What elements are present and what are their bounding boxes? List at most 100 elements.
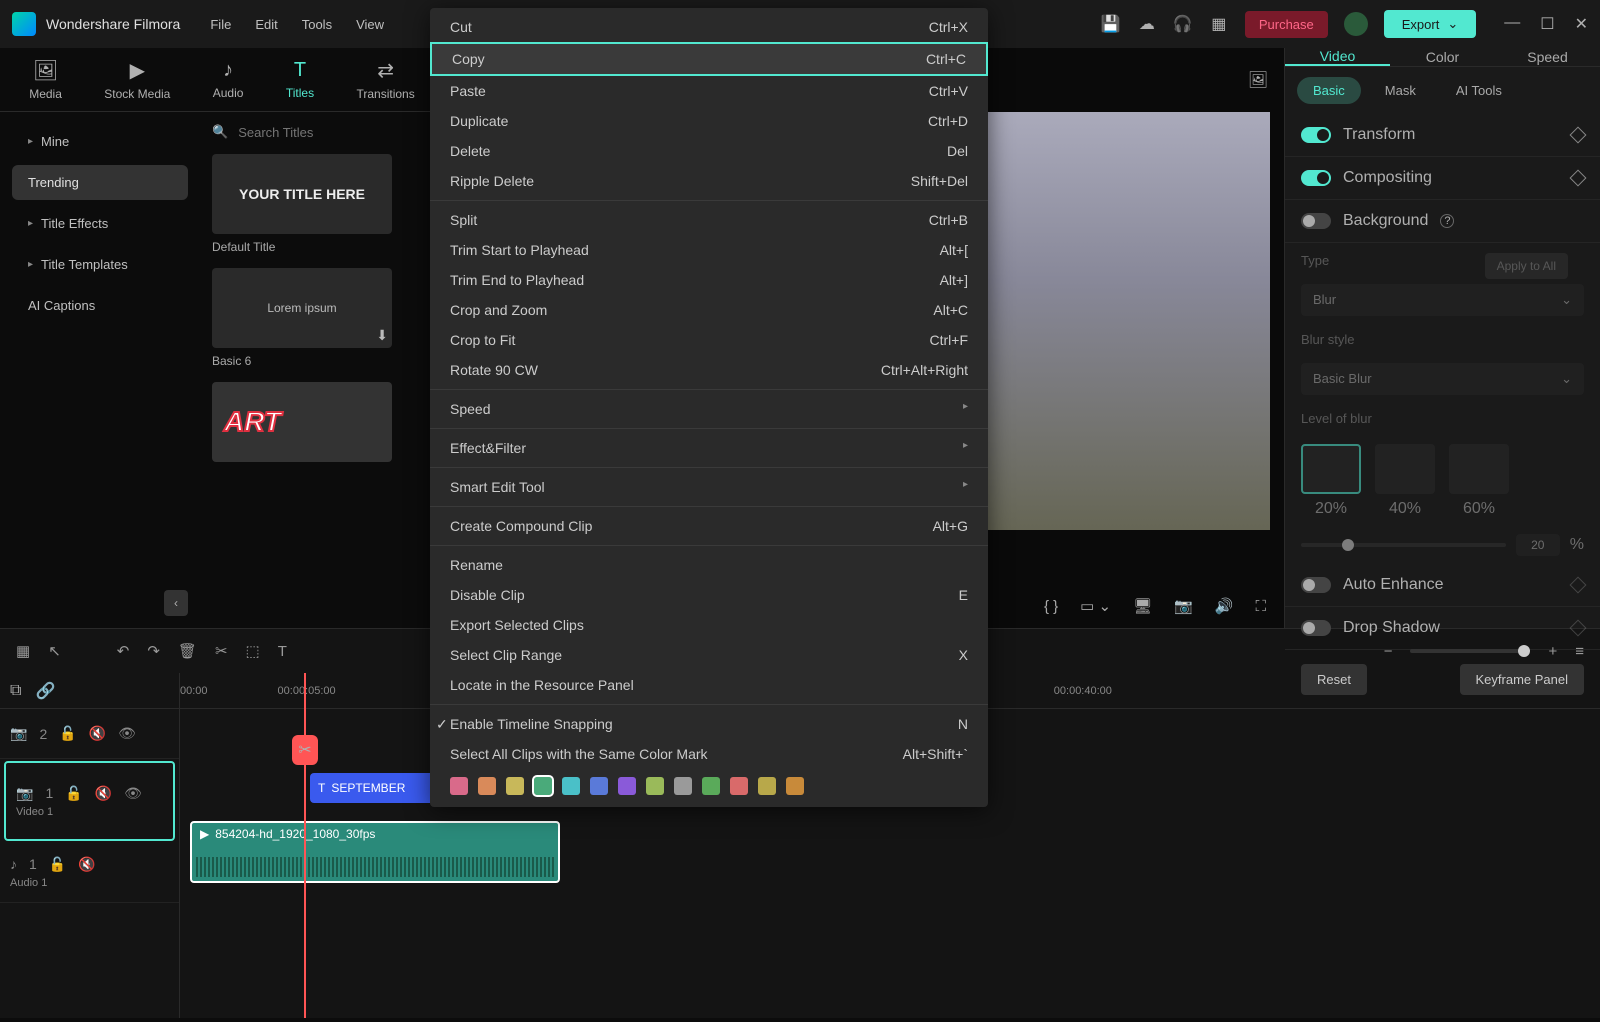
color-swatch[interactable] <box>562 777 580 795</box>
help-icon[interactable]: ? <box>1440 214 1454 228</box>
monitor-icon[interactable]: 🖥 <box>1133 597 1152 615</box>
tab-transitions[interactable]: ⇄Transitions <box>348 54 422 105</box>
tab-stock-media[interactable]: ▶Stock Media <box>96 54 178 105</box>
search-input[interactable] <box>238 125 414 140</box>
close-icon[interactable]: ✕ <box>1575 14 1588 34</box>
title-clip[interactable]: TSEPTEMBER <box>310 773 440 803</box>
collapse-sidebar-button[interactable]: ‹ <box>164 590 188 616</box>
ctx-locate-in-the-resource-panel[interactable]: Locate in the Resource Panel <box>430 670 988 700</box>
fullscreen-icon[interactable]: ⛶ <box>1255 598 1266 615</box>
ctx-enable-timeline-snapping[interactable]: Enable Timeline SnappingN <box>430 709 988 739</box>
ctx-trim-end-to-playhead[interactable]: Trim End to PlayheadAlt+] <box>430 265 988 295</box>
ratio-icon[interactable]: ▭ ⌄ <box>1080 597 1111 615</box>
color-swatch[interactable] <box>646 777 664 795</box>
image-icon[interactable]: 🖼 <box>1248 70 1268 90</box>
blur-value[interactable]: 20 <box>1516 534 1560 556</box>
ctx-create-compound-clip[interactable]: Create Compound ClipAlt+G <box>430 511 988 541</box>
ctx-export-selected-clips[interactable]: Export Selected Clips <box>430 610 988 640</box>
grid-icon[interactable]: ▦ <box>16 642 30 660</box>
download-icon[interactable]: ⬇ <box>376 327 388 344</box>
color-swatch[interactable] <box>702 777 720 795</box>
save-icon[interactable]: 💾 <box>1101 14 1121 34</box>
playhead-scissors-icon[interactable]: ✂ <box>292 735 318 765</box>
sidebar-item-title-effects[interactable]: Title Effects <box>12 206 188 241</box>
tab-audio[interactable]: ♪Audio <box>205 55 252 104</box>
lock-icon[interactable]: 🔓 <box>49 856 66 873</box>
crop-icon[interactable]: ⬚ <box>246 642 260 660</box>
lock-icon[interactable]: 🔓 <box>59 725 76 742</box>
maximize-icon[interactable]: ☐ <box>1540 14 1554 34</box>
redo-icon[interactable]: ↷ <box>147 642 160 660</box>
ctx-disable-clip[interactable]: Disable ClipE <box>430 580 988 610</box>
ctx-select-clip-range[interactable]: Select Clip RangeX <box>430 640 988 670</box>
color-swatch[interactable] <box>674 777 692 795</box>
color-swatch[interactable] <box>478 777 496 795</box>
apps-icon[interactable]: ▦ <box>1209 14 1229 34</box>
undo-icon[interactable]: ↶ <box>117 642 130 660</box>
menu-edit[interactable]: Edit <box>255 17 277 32</box>
ctx-speed[interactable]: Speed <box>430 394 988 424</box>
ctx-paste[interactable]: PasteCtrl+V <box>430 76 988 106</box>
drop-shadow-toggle[interactable] <box>1301 620 1331 636</box>
tab-titles[interactable]: TTitles <box>278 55 322 104</box>
ctx-effect-filter[interactable]: Effect&Filter <box>430 433 988 463</box>
keyframe-diamond-icon[interactable] <box>1570 127 1587 144</box>
title-card-default[interactable]: YOUR TITLE HERE <box>212 154 392 234</box>
ctx-duplicate[interactable]: DuplicateCtrl+D <box>430 106 988 136</box>
sidebar-item-ai-captions[interactable]: AI Captions <box>12 288 188 323</box>
ctx-crop-to-fit[interactable]: Crop to FitCtrl+F <box>430 325 988 355</box>
background-toggle[interactable] <box>1301 213 1331 229</box>
ctx-delete[interactable]: DeleteDel <box>430 136 988 166</box>
ctx-rename[interactable]: Rename <box>430 550 988 580</box>
color-swatch[interactable] <box>506 777 524 795</box>
ctx-cut[interactable]: CutCtrl+X <box>430 12 988 42</box>
color-swatch[interactable] <box>450 777 468 795</box>
keyframe-diamond-icon[interactable] <box>1570 170 1587 187</box>
blur-thumb-60[interactable]: 60% <box>1449 444 1509 518</box>
mute-icon[interactable]: 🔇 <box>78 856 95 873</box>
minimize-icon[interactable]: — <box>1504 14 1520 34</box>
color-swatch[interactable] <box>786 777 804 795</box>
cursor-icon[interactable]: ↖ <box>48 642 61 660</box>
export-button[interactable]: Export⌄ <box>1384 10 1476 38</box>
type-select[interactable]: Blur⌄ <box>1301 284 1584 316</box>
blur-thumb-40[interactable]: 40% <box>1375 444 1435 518</box>
auto-enhance-toggle[interactable] <box>1301 577 1331 593</box>
ctx-split[interactable]: SplitCtrl+B <box>430 205 988 235</box>
tab-color[interactable]: Color <box>1390 48 1495 66</box>
cloud-icon[interactable]: ☁ <box>1137 14 1157 34</box>
transform-toggle[interactable] <box>1301 127 1331 143</box>
list-icon[interactable]: ≡ <box>1575 643 1584 660</box>
mute-icon[interactable]: 🔇 <box>89 725 106 742</box>
zoom-out-icon[interactable]: − <box>1384 643 1393 660</box>
subtab-mask[interactable]: Mask <box>1369 77 1432 104</box>
blur-style-select[interactable]: Basic Blur⌄ <box>1301 363 1584 395</box>
purchase-button[interactable]: Purchase <box>1245 11 1328 38</box>
ctx-select-all-clips-with-the-same-color-mark[interactable]: Select All Clips with the Same Color Mar… <box>430 739 988 769</box>
title-card-art[interactable]: ART <box>212 382 392 462</box>
eye-icon[interactable]: 👁 <box>118 725 136 742</box>
title-card-basic6[interactable]: Lorem ipsum⬇ <box>212 268 392 348</box>
blur-thumb-20[interactable]: 20% <box>1301 444 1361 518</box>
ctx-trim-start-to-playhead[interactable]: Trim Start to PlayheadAlt+[ <box>430 235 988 265</box>
mute-icon[interactable]: 🔇 <box>95 785 112 802</box>
zoom-slider[interactable] <box>1410 649 1530 653</box>
tab-speed[interactable]: Speed <box>1495 48 1600 66</box>
tab-video[interactable]: Video <box>1285 48 1390 66</box>
subtab-basic[interactable]: Basic <box>1297 77 1361 104</box>
compositing-toggle[interactable] <box>1301 170 1331 186</box>
color-swatch[interactable] <box>534 777 552 795</box>
zoom-in-icon[interactable]: + <box>1548 643 1557 660</box>
trash-icon[interactable]: 🗑 <box>178 642 197 660</box>
color-swatch[interactable] <box>590 777 608 795</box>
tab-media[interactable]: 🖼Media <box>21 54 70 105</box>
keyframe-diamond-icon[interactable] <box>1570 577 1587 594</box>
text-icon[interactable]: T <box>278 643 287 660</box>
sidebar-item-mine[interactable]: Mine <box>12 124 188 159</box>
menu-file[interactable]: File <box>210 17 231 32</box>
headphones-icon[interactable]: 🎧 <box>1173 14 1193 34</box>
apply-to-all-button[interactable]: Apply to All <box>1485 253 1568 279</box>
blur-slider[interactable] <box>1301 543 1506 547</box>
camera-icon[interactable]: 📷 <box>1174 597 1193 615</box>
playhead[interactable]: ✂ <box>304 673 306 1018</box>
